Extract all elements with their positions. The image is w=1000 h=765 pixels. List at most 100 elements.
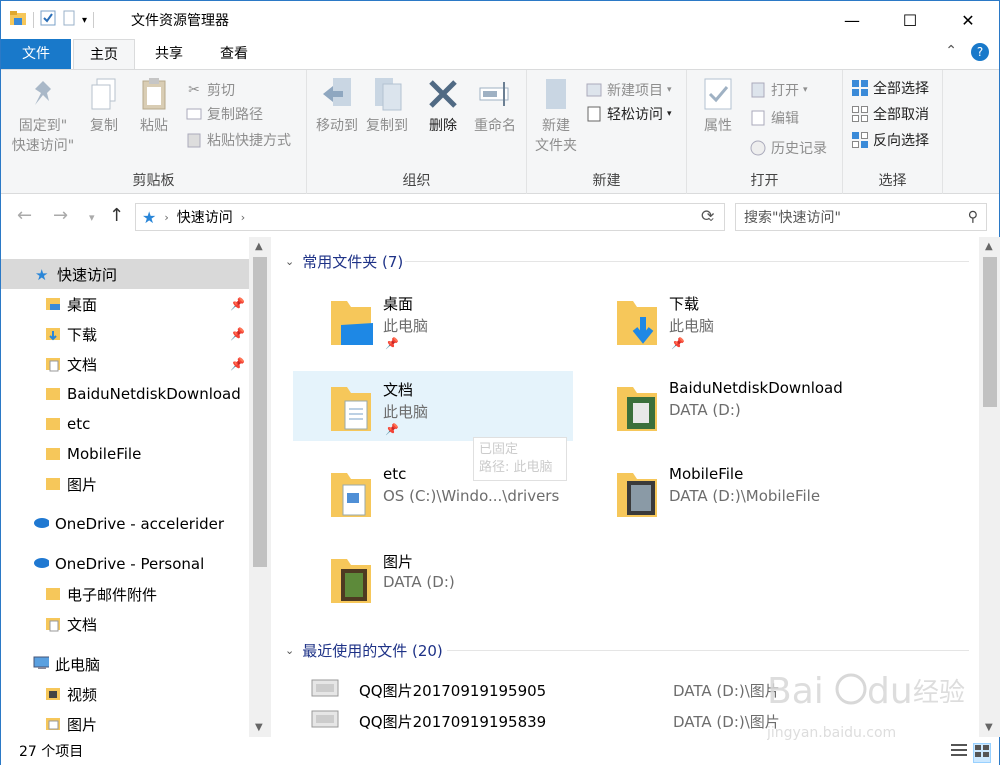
- content-scroll-thumb[interactable]: [983, 257, 997, 407]
- folder-tile[interactable]: 文档 此电脑 📌: [293, 371, 573, 441]
- sidebar-item-videos[interactable]: 视频: [1, 679, 249, 709]
- group-select: 全部选择 全部取消 反向选择 选择: [843, 70, 943, 194]
- select-all-button[interactable]: 全部选择: [851, 76, 929, 100]
- details-view-icon[interactable]: [951, 743, 967, 763]
- group-label-new: 新建: [592, 173, 621, 189]
- content-scrollbar[interactable]: ▲ ▼: [979, 237, 1000, 737]
- new-folder-icon[interactable]: [62, 10, 76, 30]
- address-bar[interactable]: ★ › 快速访问 › ⌄: [135, 203, 725, 231]
- folder-tile[interactable]: 图片 DATA (D:): [293, 543, 573, 613]
- image-file-icon: [311, 678, 339, 702]
- properties-button[interactable]: 属性: [697, 76, 739, 136]
- scroll-down-icon[interactable]: ▼: [985, 722, 993, 733]
- cut-button[interactable]: ✂ 剪切: [185, 78, 235, 102]
- folder-tile[interactable]: BaiduNetdiskDownload DATA (D:): [579, 371, 859, 441]
- sidebar-item-etc[interactable]: etc: [1, 409, 249, 439]
- recent-locations-icon[interactable]: ▾: [89, 211, 95, 224]
- sidebar-item-downloads[interactable]: 下载 📌: [1, 319, 249, 349]
- pin-icon: [26, 76, 60, 112]
- rename-button[interactable]: 重命名: [469, 76, 521, 136]
- new-item-icon: [585, 81, 603, 99]
- navpane-scrollbar[interactable]: ▲ ▼: [249, 237, 271, 737]
- chevron-right-icon[interactable]: ›: [241, 211, 245, 224]
- sidebar-item-onedrive-personal[interactable]: OneDrive - Personal: [1, 549, 249, 579]
- copy-to-button[interactable]: 复制到: [363, 76, 411, 136]
- select-none-icon: [851, 105, 869, 123]
- chevron-down-icon: ▾: [667, 85, 672, 95]
- new-item-button[interactable]: 新建项目 ▾: [585, 78, 672, 102]
- pin-icon[interactable]: 📌: [230, 297, 245, 311]
- edit-button[interactable]: 编辑: [749, 106, 799, 130]
- copy-button[interactable]: 复制: [83, 76, 125, 136]
- desktop-folder-icon: [45, 296, 61, 312]
- sidebar-item-desktop[interactable]: 桌面 📌: [1, 289, 249, 319]
- forward-arrow-icon[interactable]: →: [53, 205, 68, 226]
- pin-icon[interactable]: 📌: [230, 357, 245, 371]
- tab-home[interactable]: 主页: [73, 39, 135, 70]
- sidebar-item-email-attachments[interactable]: 电子邮件附件: [1, 579, 249, 609]
- svg-text:jingyan.baidu.com: jingyan.baidu.com: [767, 725, 896, 741]
- paste-shortcut-button[interactable]: 粘贴快捷方式: [185, 128, 291, 152]
- close-button[interactable]: ✕: [945, 1, 991, 39]
- invert-selection-button[interactable]: 反向选择: [851, 128, 929, 152]
- folder-tile[interactable]: 下载 此电脑 📌: [579, 285, 859, 355]
- minimize-button[interactable]: —: [829, 1, 875, 39]
- sidebar-item-onedrive-documents[interactable]: 文档: [1, 609, 249, 639]
- sidebar-item-pictures[interactable]: 图片: [1, 469, 249, 499]
- refresh-icon[interactable]: ⟳: [701, 206, 714, 225]
- large-icons-view-icon[interactable]: [973, 743, 991, 763]
- tab-file[interactable]: 文件: [1, 39, 71, 69]
- section-recent-files[interactable]: ⌄ 最近使用的文件 (20): [285, 640, 443, 661]
- chevron-down-icon: ▾: [667, 109, 672, 119]
- open-icon: [749, 81, 767, 99]
- breadcrumb[interactable]: 快速访问: [177, 207, 233, 227]
- window-title: 文件资源管理器: [131, 13, 229, 29]
- help-icon[interactable]: ?: [971, 43, 989, 61]
- move-to-button[interactable]: 移动到: [313, 76, 361, 136]
- tab-share[interactable]: 共享: [141, 39, 197, 69]
- collapse-ribbon-icon[interactable]: ⌃: [945, 43, 957, 61]
- paste-icon: [137, 76, 171, 112]
- paste-button[interactable]: 粘贴: [133, 76, 175, 136]
- new-folder-button[interactable]: 新建 文件夹: [533, 76, 579, 156]
- sidebar-item-onedrive-accelerider[interactable]: OneDrive - accelerider: [1, 509, 249, 539]
- sidebar-item-documents[interactable]: 文档 📌: [1, 349, 249, 379]
- section-frequent-folders[interactable]: ⌄ 常用文件夹 (7): [285, 251, 403, 272]
- scroll-up-icon[interactable]: ▲: [985, 241, 993, 252]
- sidebar-item-this-pc[interactable]: 此电脑: [1, 649, 249, 679]
- maximize-button[interactable]: ☐: [887, 1, 933, 39]
- back-arrow-icon[interactable]: ←: [17, 205, 32, 226]
- chevron-down-icon: ▾: [803, 85, 808, 95]
- search-input[interactable]: 搜索"快速访问" ⚲: [735, 203, 987, 231]
- group-new: 新建 文件夹 新建项目 ▾ 轻松访问 ▾ 新建: [527, 70, 687, 194]
- sidebar-item-mobilefile[interactable]: MobileFile: [1, 439, 249, 469]
- customize-qat-icon[interactable]: ▾: [82, 15, 87, 26]
- pin-icon[interactable]: 📌: [230, 327, 245, 341]
- folder-tile[interactable]: MobileFile DATA (D:)\MobileFile: [579, 457, 859, 527]
- documents-folder-icon: [45, 616, 61, 632]
- folder-tile[interactable]: 桌面 此电脑 📌: [293, 285, 573, 355]
- up-arrow-icon[interactable]: ↑: [109, 205, 124, 226]
- navpane-scroll-thumb[interactable]: [253, 257, 267, 567]
- documents-folder-icon: [327, 381, 375, 435]
- edit-icon: [749, 109, 767, 127]
- open-button[interactable]: 打开 ▾: [749, 78, 808, 102]
- ribbon-tabs: 文件 主页 共享 查看 ⌃ ?: [1, 39, 999, 70]
- chevron-down-icon: ⌄: [285, 644, 295, 657]
- tab-view[interactable]: 查看: [206, 39, 262, 69]
- delete-button[interactable]: 删除: [423, 76, 463, 136]
- history-button[interactable]: 历史记录: [749, 136, 827, 160]
- sidebar-item-pc-pictures[interactable]: 图片: [1, 709, 249, 739]
- easy-access-button[interactable]: 轻松访问 ▾: [585, 102, 672, 126]
- pin-quick-access-button[interactable]: 固定到" 快速访问": [7, 76, 79, 156]
- chevron-down-icon: ⌄: [285, 255, 295, 268]
- select-none-button[interactable]: 全部取消: [851, 102, 929, 126]
- scroll-down-icon[interactable]: ▼: [255, 722, 263, 733]
- sidebar-item-quick-access[interactable]: ★ 快速访问: [1, 259, 249, 289]
- scroll-up-icon[interactable]: ▲: [255, 241, 263, 252]
- properties-icon[interactable]: [40, 10, 56, 30]
- pin-icon: 📌: [671, 337, 685, 350]
- sidebar-item-baidunetdisk[interactable]: BaiduNetdiskDownload: [1, 379, 249, 409]
- new-folder-icon: [539, 76, 573, 112]
- copy-path-button[interactable]: 复制路径: [185, 102, 263, 126]
